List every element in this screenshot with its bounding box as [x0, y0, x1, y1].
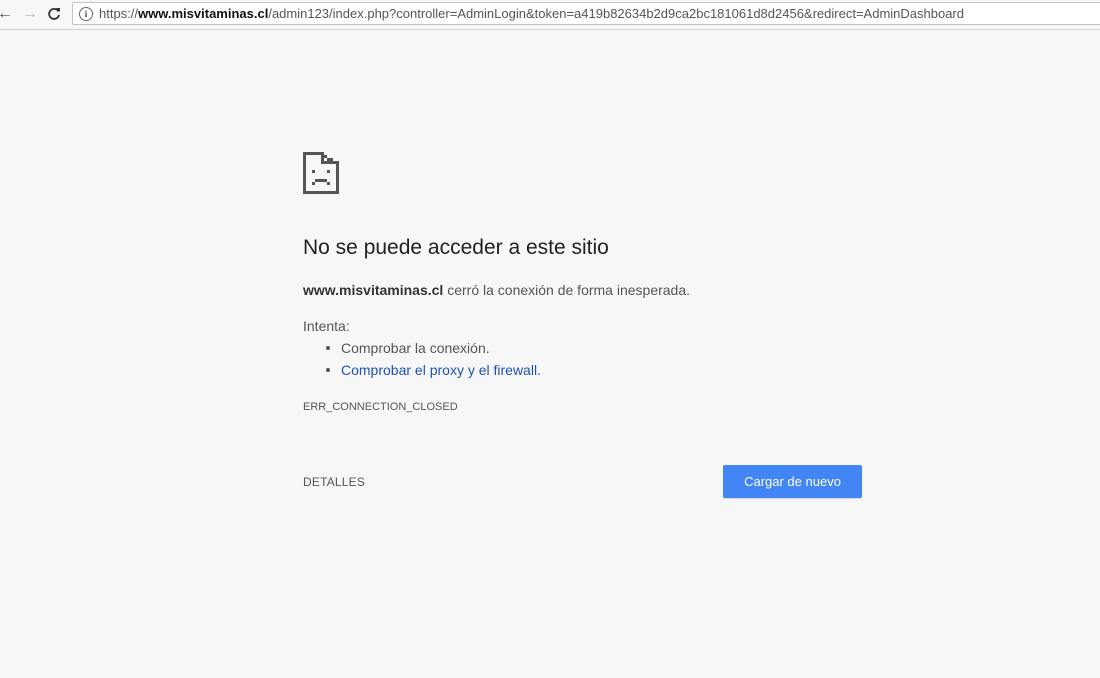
back-button[interactable]: ← — [0, 4, 15, 24]
url-scheme: https:// — [99, 6, 139, 21]
suggestion-check-proxy-link[interactable]: Comprobar el proxy y el firewall. — [303, 362, 541, 384]
arrow-left-icon: ← — [0, 5, 13, 22]
address-bar[interactable]: i https://www.misvitaminas.cl/admin123/i… — [72, 2, 1100, 25]
suggestion-check-connection: Comprobar la conexión. — [303, 340, 541, 362]
reload-button[interactable] — [44, 4, 64, 24]
url-text[interactable]: https://www.misvitaminas.cl/admin123/ind… — [99, 6, 964, 21]
arrow-right-icon: → — [22, 5, 38, 22]
sad-page-icon — [303, 152, 339, 194]
error-code: ERR_CONNECTION_CLOSED — [303, 401, 458, 413]
error-heading: No se puede acceder a este sitio — [303, 236, 609, 259]
try-label: Intenta: — [303, 318, 350, 334]
url-path: /admin123/index.php?controller=AdminLogi… — [268, 6, 964, 21]
error-summary: www.misvitaminas.cl cerró la conexión de… — [303, 282, 690, 298]
forward-button[interactable]: → — [20, 4, 40, 24]
summary-text: cerró la conexión de forma inesperada. — [443, 282, 691, 298]
summary-host: www.misvitaminas.cl — [303, 282, 444, 298]
reload-page-button[interactable]: Cargar de nuevo — [723, 465, 862, 498]
suggestions-list: Comprobar la conexión. Comprobar el prox… — [303, 340, 541, 384]
reload-icon — [48, 8, 60, 20]
browser-toolbar: ← → i https://www.misvitaminas.cl/admin1… — [0, 0, 1100, 30]
url-host: www.misvitaminas.cl — [138, 6, 269, 21]
details-button[interactable]: DETALLES — [303, 475, 365, 489]
info-icon[interactable]: i — [79, 6, 93, 21]
